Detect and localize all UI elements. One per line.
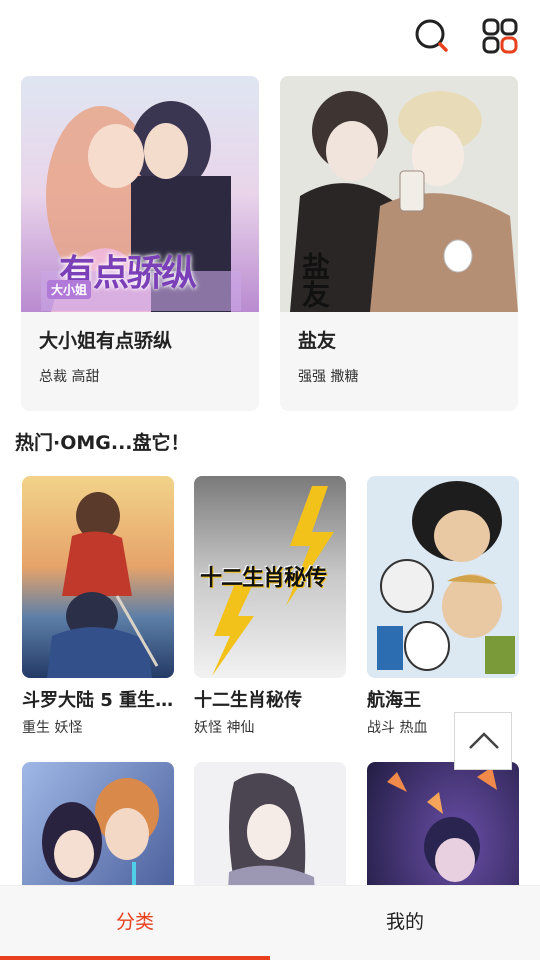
comic-tags: 妖怪 神仙 <box>194 720 255 736</box>
comic-title: 航海王 <box>367 690 421 711</box>
cover-title-text: 盐友 <box>298 252 331 308</box>
comic-cover <box>22 476 174 678</box>
featured-card[interactable]: 有点骄纵 大小姐 大小姐有点骄纵 总裁 高甜 <box>21 76 259 411</box>
top-bar <box>0 0 540 72</box>
tab-label: 分类 <box>115 911 154 933</box>
comic-grid-item[interactable]: 十二生肖秘传 十二生肖秘传 妖怪 神仙 <box>194 476 346 737</box>
comic-grid-item[interactable]: 斗罗大陆 5 重生唐三 重生 妖怪 <box>22 476 174 737</box>
bottom-nav: 分类 我的 <box>0 885 540 960</box>
comic-cover: 十二生肖秘传 <box>194 476 346 678</box>
comic-cover: 盐友 <box>280 76 518 312</box>
comic-grid-item[interactable]: 航海王 战斗 热血 <box>367 476 519 737</box>
active-tab-indicator <box>0 956 270 960</box>
search-icon[interactable] <box>414 18 450 54</box>
cover-title-text: 十二生肖秘传 <box>200 566 327 591</box>
cover-badge-text: 大小姐 <box>47 280 92 299</box>
tab-label: 我的 <box>385 911 424 933</box>
back-to-top-button[interactable] <box>454 712 512 770</box>
comic-title: 十二生肖秘传 <box>194 690 302 711</box>
comic-tags: 总裁 高甜 <box>39 369 100 385</box>
section-title: 热门·OMG...盘它！ <box>15 432 190 454</box>
comic-tags: 重生 妖怪 <box>22 720 83 736</box>
tab-mine[interactable]: 我的 <box>270 886 540 960</box>
comic-cover: 有点骄纵 大小姐 <box>21 76 259 312</box>
chevron-up-icon <box>469 732 499 749</box>
tab-category[interactable]: 分类 <box>0 886 270 960</box>
comic-title: 大小姐有点骄纵 <box>39 330 173 352</box>
comic-cover <box>367 476 519 678</box>
grid-apps-icon[interactable] <box>482 18 518 54</box>
featured-card[interactable]: 盐友 盐友 强强 撒糖 <box>280 76 518 411</box>
comic-title: 盐友 <box>298 330 337 352</box>
comic-title: 斗罗大陆 5 重生唐三 <box>22 690 174 711</box>
comic-tags: 强强 撒糖 <box>298 369 359 385</box>
